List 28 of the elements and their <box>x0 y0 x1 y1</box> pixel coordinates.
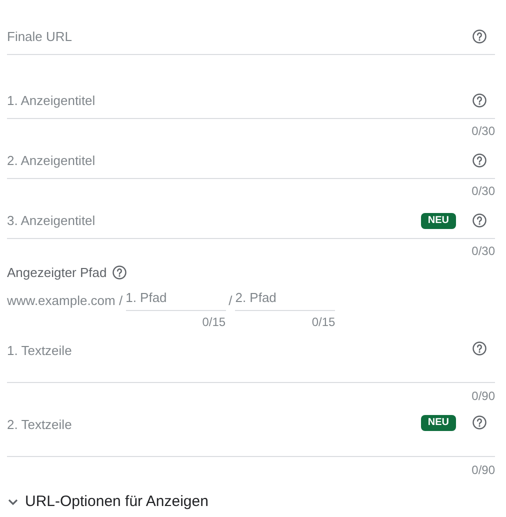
text-field[interactable]: 1. Textzeile <box>7 340 464 360</box>
new-badge: NEU <box>420 212 456 228</box>
help-icon[interactable] <box>472 93 487 108</box>
path-separator: / <box>228 292 234 310</box>
path-field[interactable]: 1. Pfad <box>126 286 226 310</box>
character-counter: 0/30 <box>472 123 495 140</box>
url-options-toggle[interactable]: URL-Optionen für Anzeigen <box>7 490 208 513</box>
help-icon[interactable] <box>472 213 487 228</box>
text-field[interactable]: 1. Anzeigentitel <box>7 90 464 110</box>
help-icon[interactable] <box>472 29 487 44</box>
character-counter: 0/15 <box>202 314 226 330</box>
help-icon[interactable] <box>472 340 487 356</box>
character-counter: 0/90 <box>472 388 495 404</box>
help-icon[interactable] <box>112 265 127 280</box>
character-counter: 0/15 <box>312 314 336 330</box>
text-field[interactable]: 2. Textzeile <box>7 414 413 434</box>
domain-text: www.example.com / <box>7 292 124 310</box>
new-badge: NEU <box>420 414 456 430</box>
help-icon[interactable] <box>472 414 487 430</box>
character-counter: 0/30 <box>472 183 495 200</box>
text-field[interactable]: 2. Anzeigentitel <box>7 150 464 170</box>
text-field[interactable]: Finale URL <box>7 26 464 46</box>
character-counter: 0/90 <box>472 462 495 478</box>
path-label: Angezeigter Pfad <box>7 264 107 282</box>
text-field[interactable]: 3. Anzeigentitel <box>7 210 413 230</box>
character-counter: 0/30 <box>472 243 495 260</box>
path-field[interactable]: 2. Pfad <box>235 286 336 310</box>
help-icon[interactable] <box>472 153 487 168</box>
